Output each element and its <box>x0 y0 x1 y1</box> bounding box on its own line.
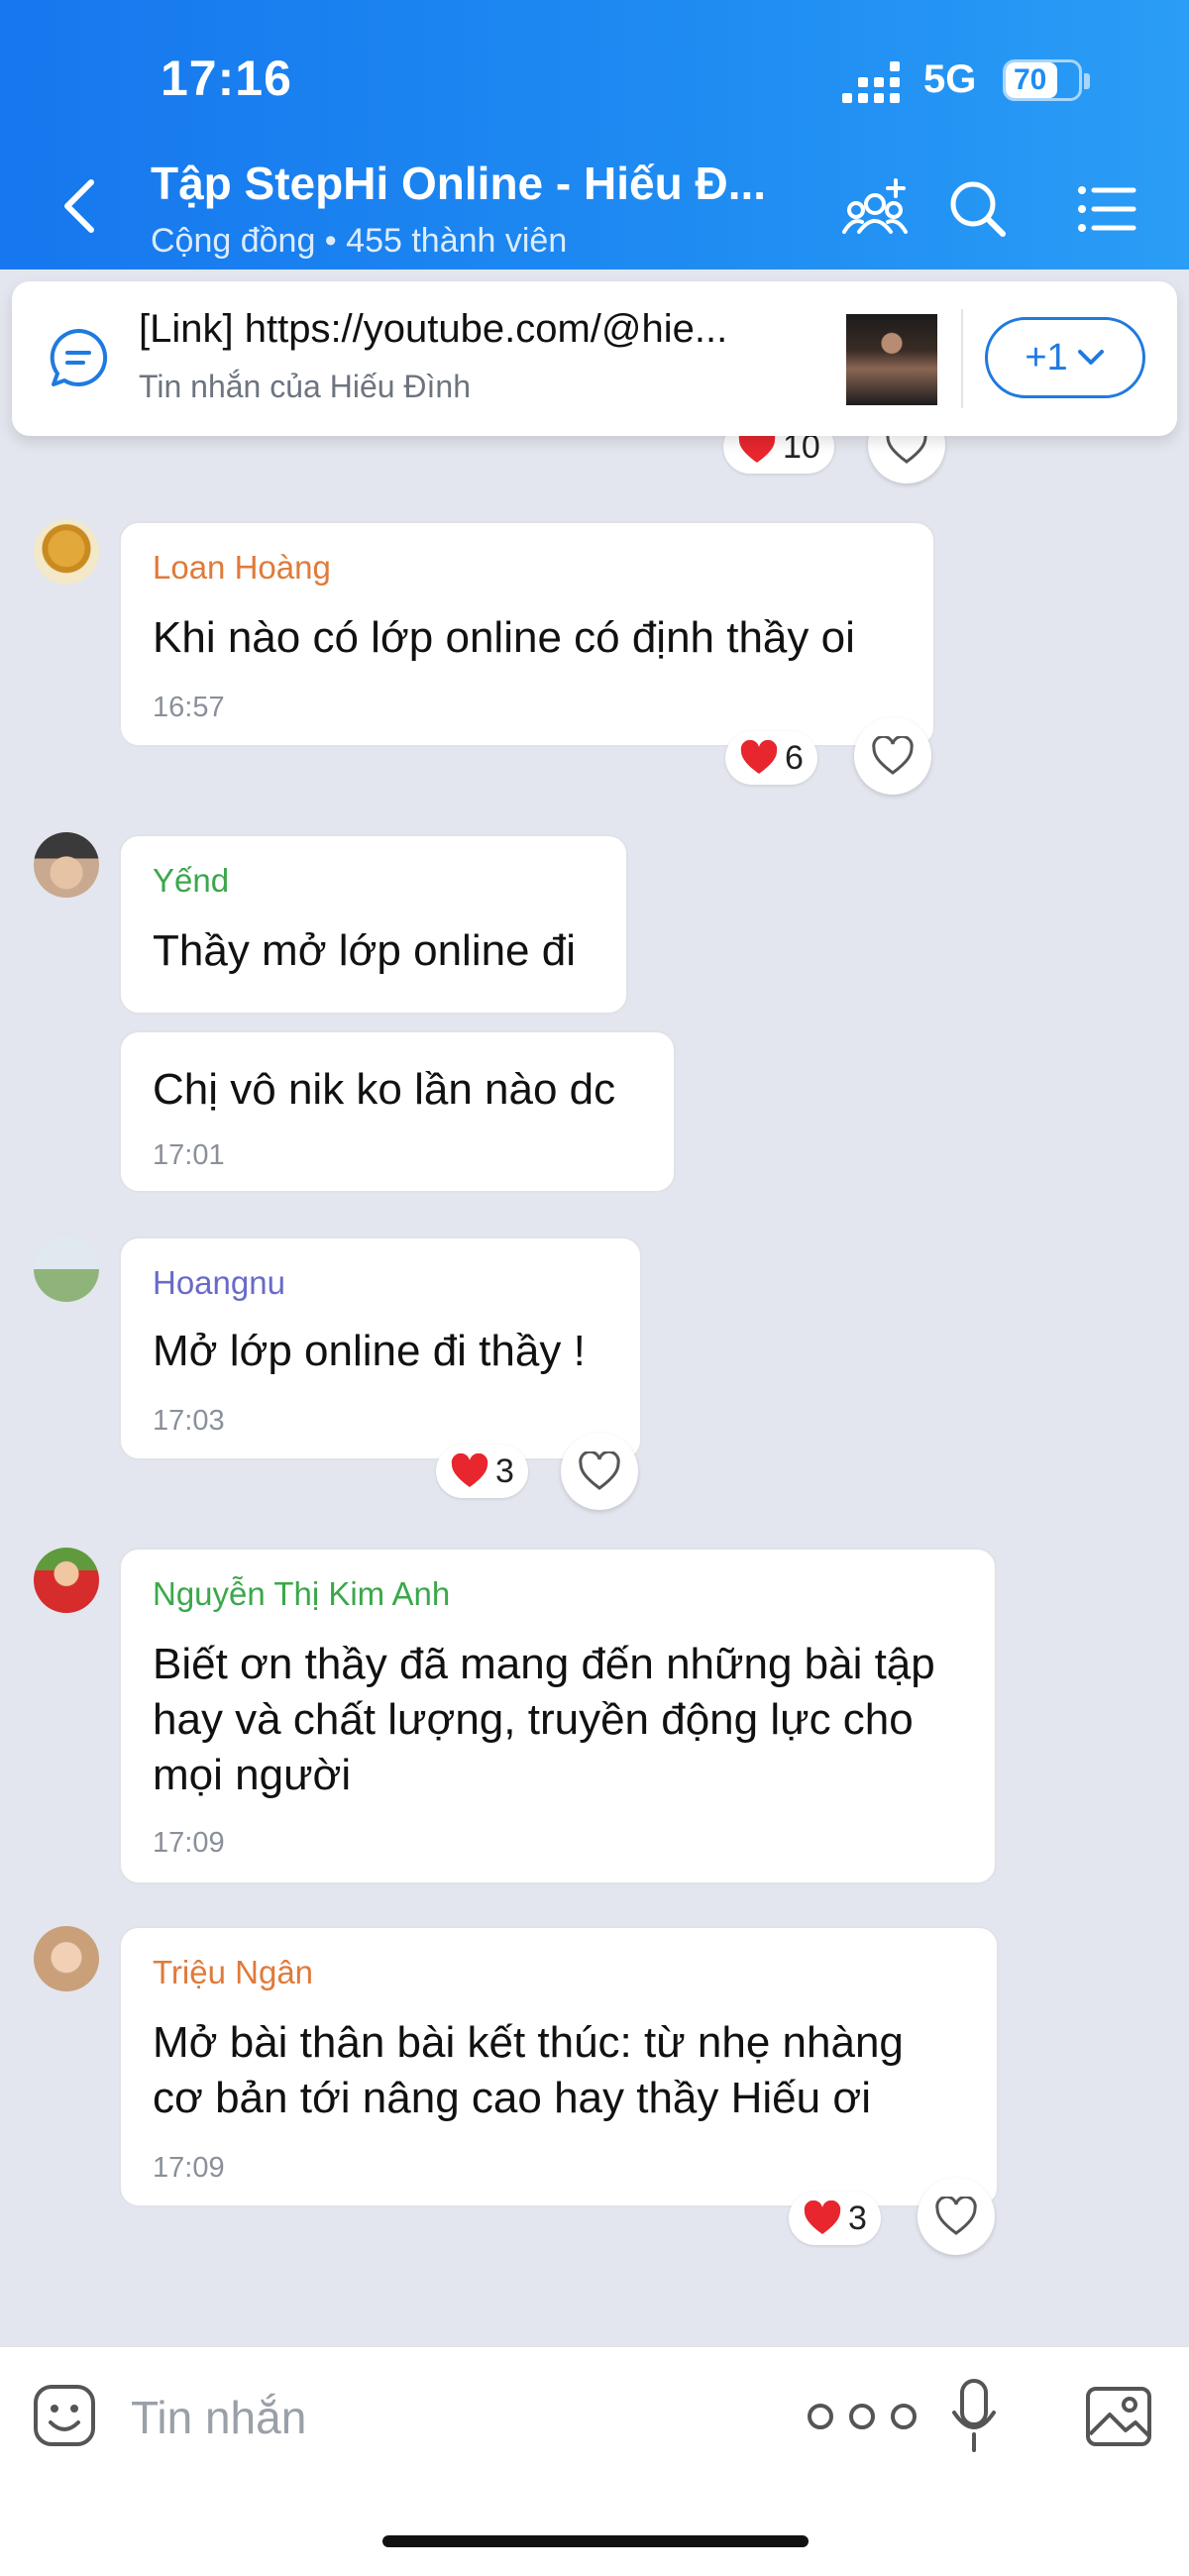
message-text: Khi nào có lớp online có định thầy oi <box>153 613 855 662</box>
message-bubble[interactable]: Chị vô nik ko lần nào dc 17:01 <box>119 1030 676 1193</box>
heart-outline-icon <box>935 2197 977 2235</box>
battery-tip <box>1084 73 1090 89</box>
message-text: Chị vô nik ko lần nào dc <box>153 1065 616 1114</box>
pinned-message[interactable]: [Link] https://youtube.com/@hie... Tin n… <box>12 281 1177 436</box>
avatar[interactable] <box>34 1236 99 1302</box>
heart-icon <box>740 740 778 774</box>
message-bubble[interactable]: Hoangnu Mở lớp online đi thầy ! 17:03 <box>119 1236 642 1460</box>
battery-level: 70 <box>1014 63 1047 96</box>
heart-outline-icon <box>579 1451 620 1490</box>
network-type: 5G <box>923 57 977 101</box>
like-button[interactable] <box>918 2178 995 2255</box>
message-text: Mở lớp online đi thầy ! <box>153 1327 586 1375</box>
message-time: 16:57 <box>153 692 225 723</box>
message-text: Biết ơn thầy đã mang đến những bài tập h… <box>153 1640 935 1799</box>
message-bubble[interactable]: Triệu Ngân Mở bài thân bài kết thúc: từ … <box>119 1926 999 2207</box>
reaction-count[interactable]: 3 <box>789 2192 881 2245</box>
like-button[interactable] <box>854 717 931 795</box>
heart-outline-icon <box>872 736 914 775</box>
heart-icon <box>451 1453 488 1487</box>
avatar[interactable] <box>34 1548 99 1613</box>
message-bubble[interactable]: Yếnd Thầy mở lớp online đi <box>119 834 628 1015</box>
more-options-icon[interactable] <box>801 2397 923 2436</box>
message-text: Thầy mở lớp online đi <box>153 926 577 975</box>
status-time: 17:16 <box>161 51 292 106</box>
message-time: 17:03 <box>153 1405 225 1437</box>
sender-name: Nguyễn Thị Kim Anh <box>153 1575 451 1612</box>
reaction-number: 6 <box>785 738 804 777</box>
group-title[interactable]: Tập StepHi Online - Hiếu Đ... <box>151 157 766 210</box>
battery-icon: 70 <box>1003 59 1082 101</box>
message-bubble[interactable]: Loan Hoàng Khi nào có lớp online có định… <box>119 521 935 747</box>
chevron-down-icon <box>1077 350 1104 365</box>
microphone-icon[interactable] <box>949 2377 999 2456</box>
pinned-text: [Link] https://youtube.com/@hie... <box>139 307 728 351</box>
avatar[interactable] <box>34 519 99 585</box>
emoji-icon[interactable] <box>32 2383 97 2448</box>
message-input[interactable]: Tin nhắn <box>131 2391 306 2444</box>
sender-name: Triệu Ngân <box>153 1954 314 1990</box>
reaction-number: 3 <box>848 2199 867 2237</box>
pinned-more-label: +1 <box>1025 336 1068 378</box>
reaction-number: 3 <box>495 1451 514 1490</box>
like-button[interactable] <box>561 1433 638 1510</box>
list-menu-icon[interactable] <box>1072 174 1141 244</box>
message-time: 17:09 <box>153 1827 225 1859</box>
message-time: 17:01 <box>153 1139 225 1171</box>
message-bubble[interactable]: Nguyễn Thị Kim Anh Biết ơn thầy đã mang … <box>119 1548 997 1884</box>
add-member-icon[interactable] <box>840 174 910 244</box>
sender-name: Yếnd <box>153 862 230 899</box>
message-text: Mở bài thân bài kết thúc: từ nhẹ nhàng c… <box>153 2018 904 2122</box>
chat-header: 17:16 5G 70 Tập StepHi Online - Hiếu Đ..… <box>0 0 1189 269</box>
reaction-count[interactable]: 6 <box>725 731 817 785</box>
image-icon[interactable] <box>1084 2385 1153 2448</box>
avatar[interactable] <box>34 1926 99 1991</box>
pinned-thumbnail <box>846 314 937 405</box>
message-time: 17:09 <box>153 2152 225 2184</box>
search-icon[interactable] <box>943 174 1013 244</box>
signal-icon <box>842 61 900 103</box>
pinned-sender: Tin nhắn của Hiếu Đình <box>139 369 472 404</box>
pinned-more-button[interactable]: +1 <box>985 317 1145 398</box>
reaction-count[interactable]: 3 <box>436 1445 528 1498</box>
divider <box>961 309 963 408</box>
message-input-bar: Tin nhắn <box>0 2346 1189 2576</box>
sender-name: Loan Hoàng <box>153 549 331 586</box>
chevron-left-icon[interactable] <box>55 176 105 236</box>
home-indicator <box>382 2535 809 2547</box>
message-bubble-icon <box>50 328 108 386</box>
heart-icon <box>804 2200 841 2234</box>
group-subtitle: Cộng đồng • 455 thành viên <box>151 222 568 260</box>
sender-name: Hoangnu <box>153 1264 285 1301</box>
avatar[interactable] <box>34 832 99 898</box>
